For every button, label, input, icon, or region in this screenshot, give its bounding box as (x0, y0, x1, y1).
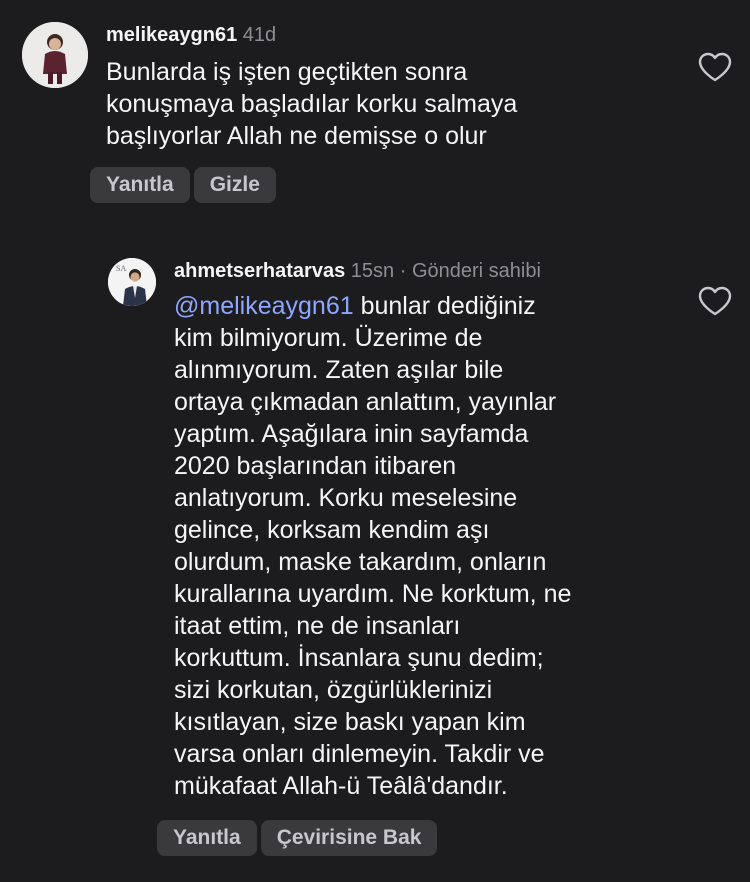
mention-link[interactable]: @melikeaygn61 (174, 292, 354, 320)
avatar-image (22, 22, 88, 88)
comment-actions: Yanıtla Gizle (90, 167, 280, 203)
comment-actions: Yanıtla Çevirisine Bak (157, 820, 441, 856)
comment-meta: ahmetserhatarvas 15sn · Gönderi sahibi (174, 258, 722, 284)
hide-button[interactable]: Gizle (193, 167, 276, 203)
heart-outline-icon[interactable] (698, 286, 732, 316)
see-translation-button[interactable]: Çevirisine Bak (260, 820, 438, 856)
post-owner-label: Gönderi sahibi (411, 260, 541, 282)
username[interactable]: melikeaygn61 (106, 24, 237, 46)
comment-body: ahmetserhatarvas 15sn · Gönderi sahibi @… (174, 258, 732, 802)
svg-text:SA: SA (116, 264, 126, 273)
avatar[interactable]: SA (108, 258, 156, 306)
reply-button[interactable]: Yanıtla (90, 167, 190, 203)
heart-outline-icon[interactable] (698, 52, 732, 82)
comment-meta: melikeaygn61 41d (106, 22, 722, 48)
separator: · (399, 260, 407, 282)
avatar[interactable] (22, 22, 88, 88)
reply-item: SA ahmetserhatarvas 15sn · Gönderi sahib… (108, 258, 732, 802)
reply-button[interactable]: Yanıtla (157, 820, 257, 856)
timestamp: 41d (242, 24, 277, 46)
comment-text: Bunlarda iş işten geçtikten sonra konuşm… (106, 58, 518, 150)
comment-text: @melikeaygn61 bunlar dediğiniz kim bilmi… (174, 290, 644, 802)
avatar-image: SA (108, 258, 156, 306)
comment-text-first-line: bunlar dediğiniz (353, 292, 536, 320)
username[interactable]: ahmetserhatarvas (174, 260, 345, 282)
timestamp: 15sn (350, 260, 395, 282)
comment-body: melikeaygn61 41d Bunlarda iş işten geçti… (106, 22, 732, 152)
comment-text-rest: kim bilmiyorum. Üzerime de alınmıyorum. … (174, 324, 572, 800)
comment-item: melikeaygn61 41d Bunlarda iş işten geçti… (22, 22, 732, 152)
